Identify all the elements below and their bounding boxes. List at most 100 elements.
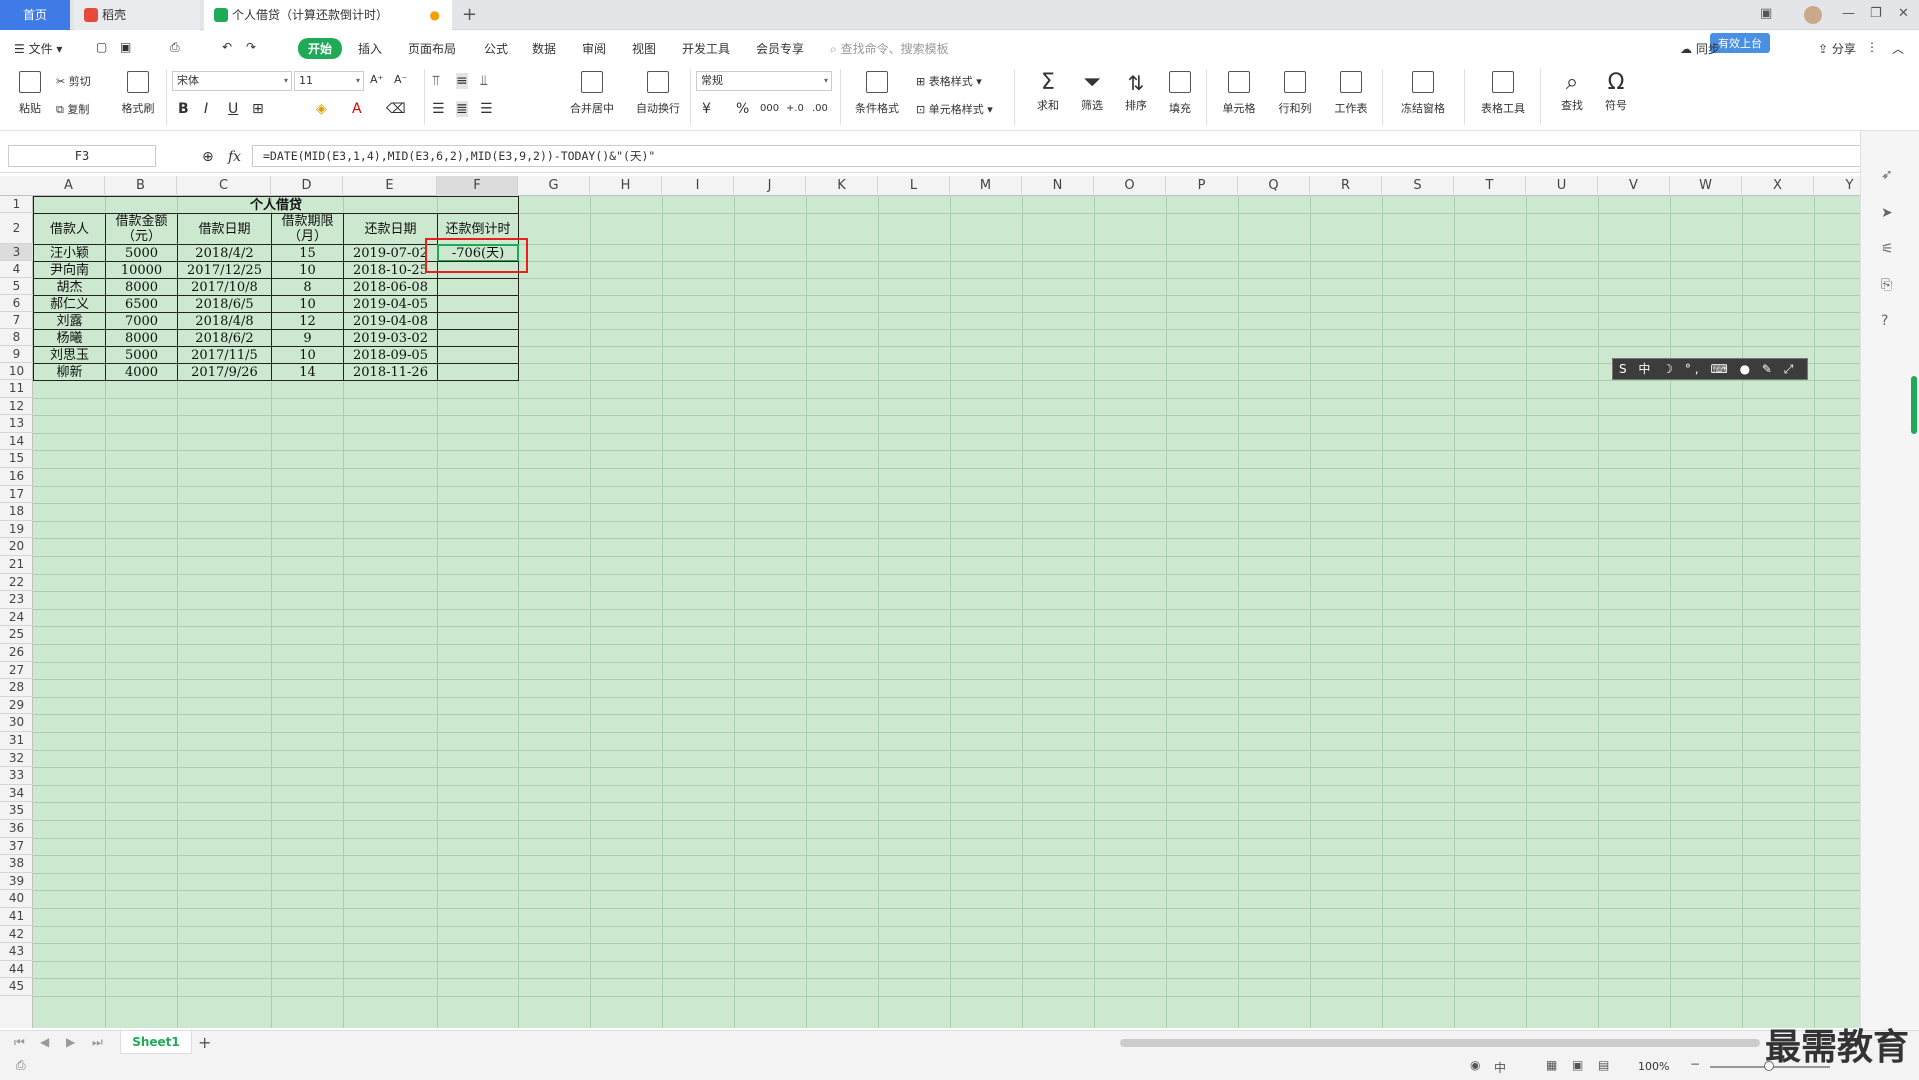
fx-button[interactable]: fx xyxy=(228,149,241,165)
column-header-s[interactable]: S xyxy=(1382,176,1454,196)
sort-button[interactable]: ⇅ 排序 xyxy=(1116,71,1156,113)
increase-decimal-icon[interactable]: +.0 xyxy=(786,103,804,114)
table-cell[interactable]: 7000 xyxy=(105,312,178,330)
fill-button[interactable]: 填充 xyxy=(1160,71,1200,116)
row-header-41[interactable]: 41 xyxy=(0,908,33,926)
row-header-37[interactable]: 37 xyxy=(0,838,33,856)
row-col-button[interactable]: 行和列 xyxy=(1272,71,1318,116)
table-cell[interactable]: 9 xyxy=(271,329,344,347)
column-header-v[interactable]: V xyxy=(1598,176,1670,196)
add-sheet-icon[interactable]: + xyxy=(198,1033,211,1052)
ime-state[interactable]: 中 xyxy=(1494,1059,1506,1076)
table-cell[interactable]: 2018-10-25 xyxy=(343,261,438,279)
font-size-select[interactable]: 11 ▾ xyxy=(294,71,364,91)
column-header-u[interactable]: U xyxy=(1526,176,1598,196)
column-header-l[interactable]: L xyxy=(878,176,950,196)
window-layout-icon[interactable]: ▣ xyxy=(1760,6,1772,21)
help-icon[interactable]: ? xyxy=(1881,313,1888,329)
column-header-t[interactable]: T xyxy=(1454,176,1526,196)
row-header-8[interactable]: 8 xyxy=(0,329,33,346)
normal-view-icon[interactable]: ▦ xyxy=(1546,1058,1557,1072)
row-header-18[interactable]: 18 xyxy=(0,503,33,521)
avatar[interactable] xyxy=(1804,6,1822,24)
table-cell[interactable]: 2018/6/2 xyxy=(177,329,272,347)
prev-sheet-icon[interactable]: ◀ xyxy=(40,1035,49,1049)
align-top-icon[interactable]: ⫪ xyxy=(432,73,440,89)
row-header-33[interactable]: 33 xyxy=(0,767,33,785)
name-box[interactable]: F3 xyxy=(8,145,156,167)
zoom-level[interactable]: 100% xyxy=(1638,1060,1669,1073)
table-cell[interactable]: 15 xyxy=(271,244,344,262)
row-header-14[interactable]: 14 xyxy=(0,433,33,451)
next-sheet-icon[interactable]: ▶ xyxy=(66,1035,75,1049)
column-header-o[interactable]: O xyxy=(1094,176,1166,196)
table-header-cell[interactable]: 借款期限（月） xyxy=(271,213,344,245)
bold-icon[interactable]: B xyxy=(178,101,189,117)
tab-view[interactable]: 视图 xyxy=(632,40,656,57)
tab-developer[interactable]: 开发工具 xyxy=(682,40,730,57)
tab-formulas[interactable]: 公式 xyxy=(484,40,508,57)
table-cell[interactable]: 5000 xyxy=(105,244,178,262)
row-header-30[interactable]: 30 xyxy=(0,714,33,732)
align-center-icon[interactable]: ≣ xyxy=(456,101,468,117)
table-cell[interactable]: 10 xyxy=(271,261,344,279)
column-header-m[interactable]: M xyxy=(950,176,1022,196)
format-painter-button[interactable]: 格式刷 xyxy=(118,71,158,116)
column-header-a[interactable]: A xyxy=(33,176,105,196)
table-cell[interactable] xyxy=(437,346,519,364)
scroll-indicator[interactable] xyxy=(1911,376,1917,434)
copy-button[interactable]: ⧉ 复制 xyxy=(56,101,89,117)
cut-button[interactable]: ✂ 剪切 xyxy=(56,73,91,89)
command-search[interactable]: ⌕ 查找命令、搜索模板 xyxy=(830,40,949,57)
row-header-3[interactable]: 3 xyxy=(0,244,33,261)
column-header-d[interactable]: D xyxy=(271,176,343,196)
row-header-42[interactable]: 42 xyxy=(0,926,33,944)
row-header-16[interactable]: 16 xyxy=(0,468,33,486)
table-cell[interactable] xyxy=(437,312,519,330)
restore-button[interactable]: ❐ xyxy=(1870,6,1882,21)
table-cell[interactable]: 8 xyxy=(271,278,344,296)
row-header-29[interactable]: 29 xyxy=(0,697,33,715)
column-header-k[interactable]: K xyxy=(806,176,878,196)
currency-button[interactable]: ¥ xyxy=(702,101,711,117)
column-header-n[interactable]: N xyxy=(1022,176,1094,196)
row-header-13[interactable]: 13 xyxy=(0,415,33,433)
row-header-26[interactable]: 26 xyxy=(0,644,33,662)
table-cell[interactable]: 2018/6/5 xyxy=(177,295,272,313)
table-cell[interactable] xyxy=(437,278,519,296)
table-cell[interactable]: 杨曦 xyxy=(33,329,106,347)
table-header-cell[interactable]: 借款金额（元） xyxy=(105,213,178,245)
worksheet-button[interactable]: 工作表 xyxy=(1328,71,1374,116)
wrap-text-button[interactable]: 自动换行 xyxy=(630,71,686,116)
table-cell[interactable]: 尹向南 xyxy=(33,261,106,279)
cursor-icon[interactable]: ➤ xyxy=(1881,205,1893,221)
row-header-28[interactable]: 28 xyxy=(0,679,33,697)
table-style-button[interactable]: ⊞ 表格样式 ▾ xyxy=(916,73,982,89)
fill-color-icon[interactable]: ◈ xyxy=(316,101,327,117)
more-icon[interactable]: ⋮ xyxy=(1866,40,1878,54)
tab-member[interactable]: 会员专享 xyxy=(756,40,804,57)
column-header-p[interactable]: P xyxy=(1166,176,1238,196)
table-cell[interactable]: 12 xyxy=(271,312,344,330)
row-header-31[interactable]: 31 xyxy=(0,732,33,750)
column-header-j[interactable]: J xyxy=(734,176,806,196)
table-cell[interactable]: 5000 xyxy=(105,346,178,364)
row-header-2[interactable]: 2 xyxy=(0,213,33,244)
row-header-9[interactable]: 9 xyxy=(0,346,33,363)
row-header-11[interactable]: 11 xyxy=(0,380,33,398)
table-cell[interactable]: 2018-06-08 xyxy=(343,278,438,296)
last-sheet-icon[interactable]: ⏭ xyxy=(92,1035,103,1050)
table-header-cell[interactable]: 借款日期 xyxy=(177,213,272,245)
thousands-button[interactable]: 000 xyxy=(760,103,779,114)
row-header-20[interactable]: 20 xyxy=(0,538,33,556)
rocket-icon[interactable]: ➶ xyxy=(1881,167,1893,183)
row-header-1[interactable]: 1 xyxy=(0,196,33,213)
page-layout-view-icon[interactable]: ▣ xyxy=(1572,1058,1583,1072)
table-cell[interactable]: 10000 xyxy=(105,261,178,279)
zoom-out-icon[interactable]: − xyxy=(1690,1057,1700,1071)
spreadsheet-grid[interactable]: ABCDEFGHIJKLMNOPQRSTUVWXY 1 2 3 4 5 6 7 8 9 10 11 1… xyxy=(0,176,1860,1028)
table-cell[interactable]: 2017/9/26 xyxy=(177,363,272,381)
column-header-q[interactable]: Q xyxy=(1238,176,1310,196)
align-left-icon[interactable]: ☰ xyxy=(432,101,445,117)
sheet-tab-sheet1[interactable]: Sheet1 xyxy=(120,1031,192,1054)
